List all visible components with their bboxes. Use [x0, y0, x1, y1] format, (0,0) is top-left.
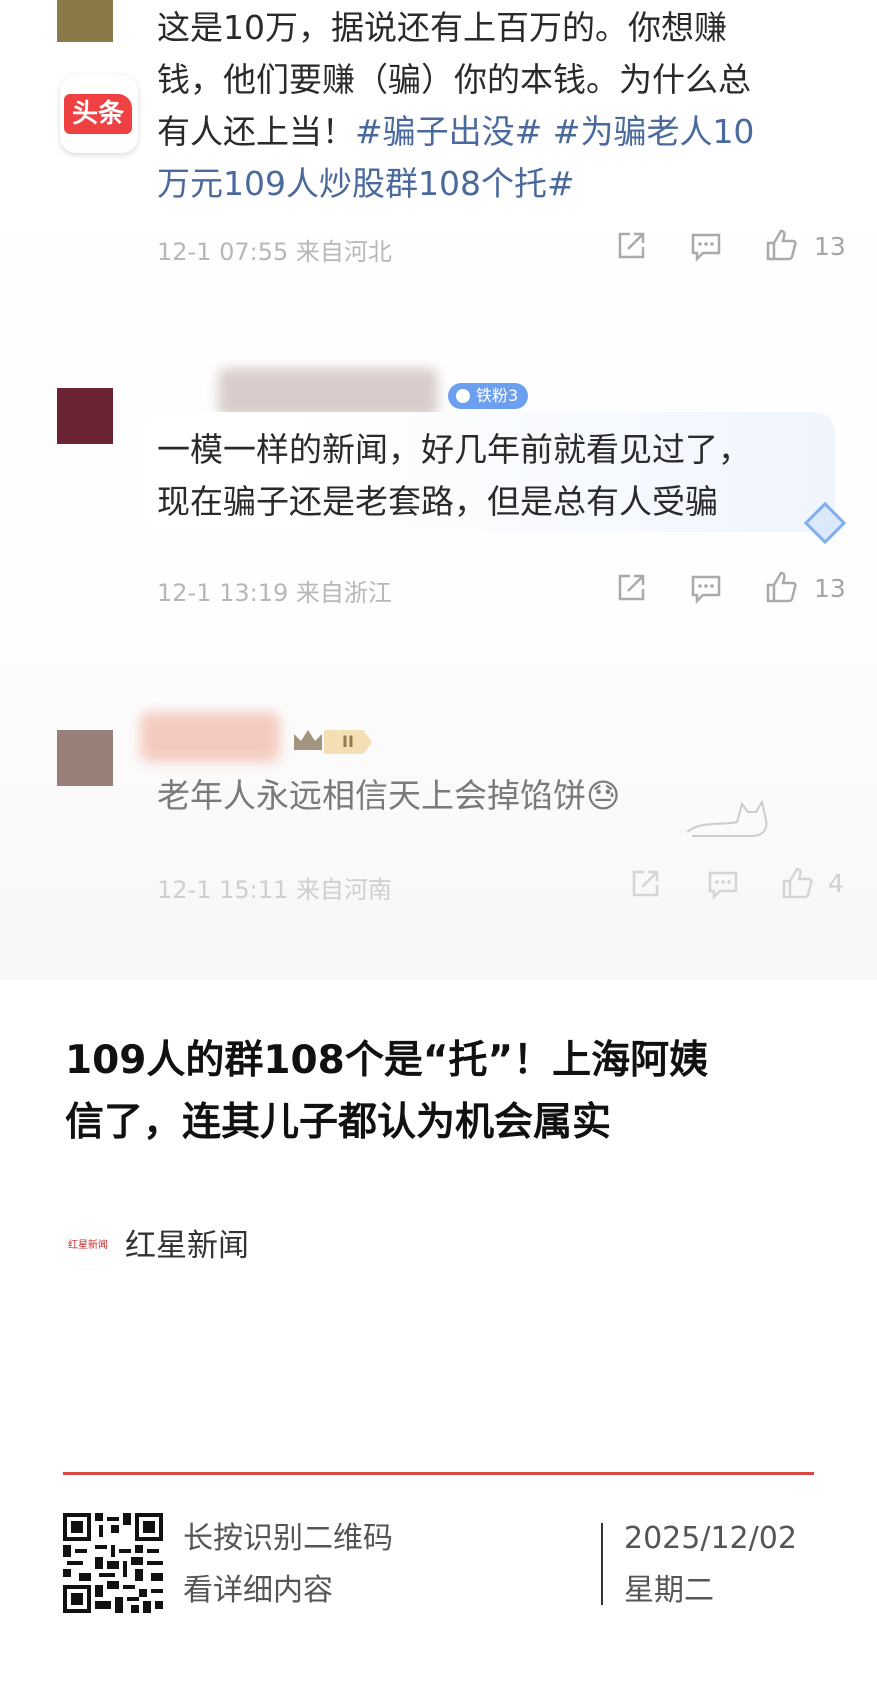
comment-icon[interactable]: [689, 571, 723, 605]
share-icon[interactable]: [628, 867, 662, 901]
source-name[interactable]: 红星新闻: [125, 1223, 249, 1269]
like-count: 13: [814, 574, 846, 603]
comment-meta: 12-1 13:19 来自浙江: [157, 579, 392, 607]
article-title[interactable]: 109人的群108个是“托”！上海阿姨 信了，连其儿子都认为机会属实: [65, 1030, 825, 1154]
comment-line: 现在骗子还是老套路，但是总有人受骗: [157, 482, 718, 521]
like-icon[interactable]: [780, 866, 814, 900]
like-count: 13: [814, 232, 846, 261]
vertical-divider: [601, 1523, 603, 1605]
like-icon[interactable]: [764, 570, 798, 604]
comment-meta: 12-1 07:55 来自河北: [157, 238, 392, 266]
toutiao-app-icon: 头条: [60, 75, 138, 153]
divider: [63, 1472, 814, 1475]
hashtag[interactable]: 万元109人炒股群108个托#: [157, 158, 754, 210]
weekday: 星期二: [624, 1573, 714, 1608]
comment-icon[interactable]: [706, 867, 740, 901]
level-badge: II: [324, 730, 372, 754]
crown-icon: [294, 730, 322, 750]
username-blurred: [140, 712, 280, 762]
avatar[interactable]: [57, 0, 113, 42]
username-blurred: [218, 368, 438, 418]
comment-line: 一模一样的新闻，好几年前就看见过了，: [157, 430, 751, 469]
qr-hint-line: 看详细内容: [183, 1573, 333, 1608]
like-count: 4: [828, 869, 844, 898]
cat-sticker-icon: [682, 790, 772, 838]
share-icon[interactable]: [614, 571, 648, 605]
comment-icon[interactable]: [689, 229, 723, 263]
fan-badge-icon: [456, 389, 470, 403]
share-icon[interactable]: [614, 229, 648, 263]
avatar[interactable]: [57, 730, 113, 786]
comment-line: 这是10万，据说还有上百万的。你想赚: [157, 8, 727, 47]
comment-line: 钱，他们要赚（骗）你的本钱。为什么总: [157, 60, 751, 99]
date-block: 2025/12/02 星期二: [624, 1513, 797, 1617]
qr-hint: 长按识别二维码 看详细内容: [183, 1513, 393, 1617]
comment-text: 一模一样的新闻，好几年前就看见过了， 现在骗子还是老套路，但是总有人受骗: [157, 424, 751, 528]
source-logo: 红星新闻: [65, 1223, 111, 1269]
toutiao-logo: 头条: [64, 94, 132, 134]
hashtag[interactable]: #骗子出没# #为骗老人10: [355, 112, 754, 151]
like-icon[interactable]: [764, 228, 798, 262]
comment-meta: 12-1 15:11 来自河南: [157, 876, 392, 904]
article-title-line: 109人的群108个是“托”！上海阿姨: [65, 1038, 709, 1083]
avatar[interactable]: [57, 388, 113, 444]
article-title-line: 信了，连其儿子都认为机会属实: [65, 1100, 612, 1145]
comment-text: 这是10万，据说还有上百万的。你想赚 钱，他们要赚（骗）你的本钱。为什么总 有人…: [157, 2, 754, 210]
comment-line-text: 有人还上当！: [157, 112, 355, 151]
date: 2025/12/02: [624, 1521, 797, 1556]
qr-hint-line: 长按识别二维码: [183, 1521, 393, 1556]
comment-section: 头条 这是10万，据说还有上百万的。你想赚 钱，他们要赚（骗）你的本钱。为什么总…: [0, 0, 877, 980]
qr-code-icon[interactable]: [63, 1513, 163, 1613]
comment-text: 老年人永远相信天上会掉馅饼😓: [157, 776, 621, 815]
comment-line: 有人还上当！#骗子出没# #为骗老人10: [157, 106, 754, 158]
